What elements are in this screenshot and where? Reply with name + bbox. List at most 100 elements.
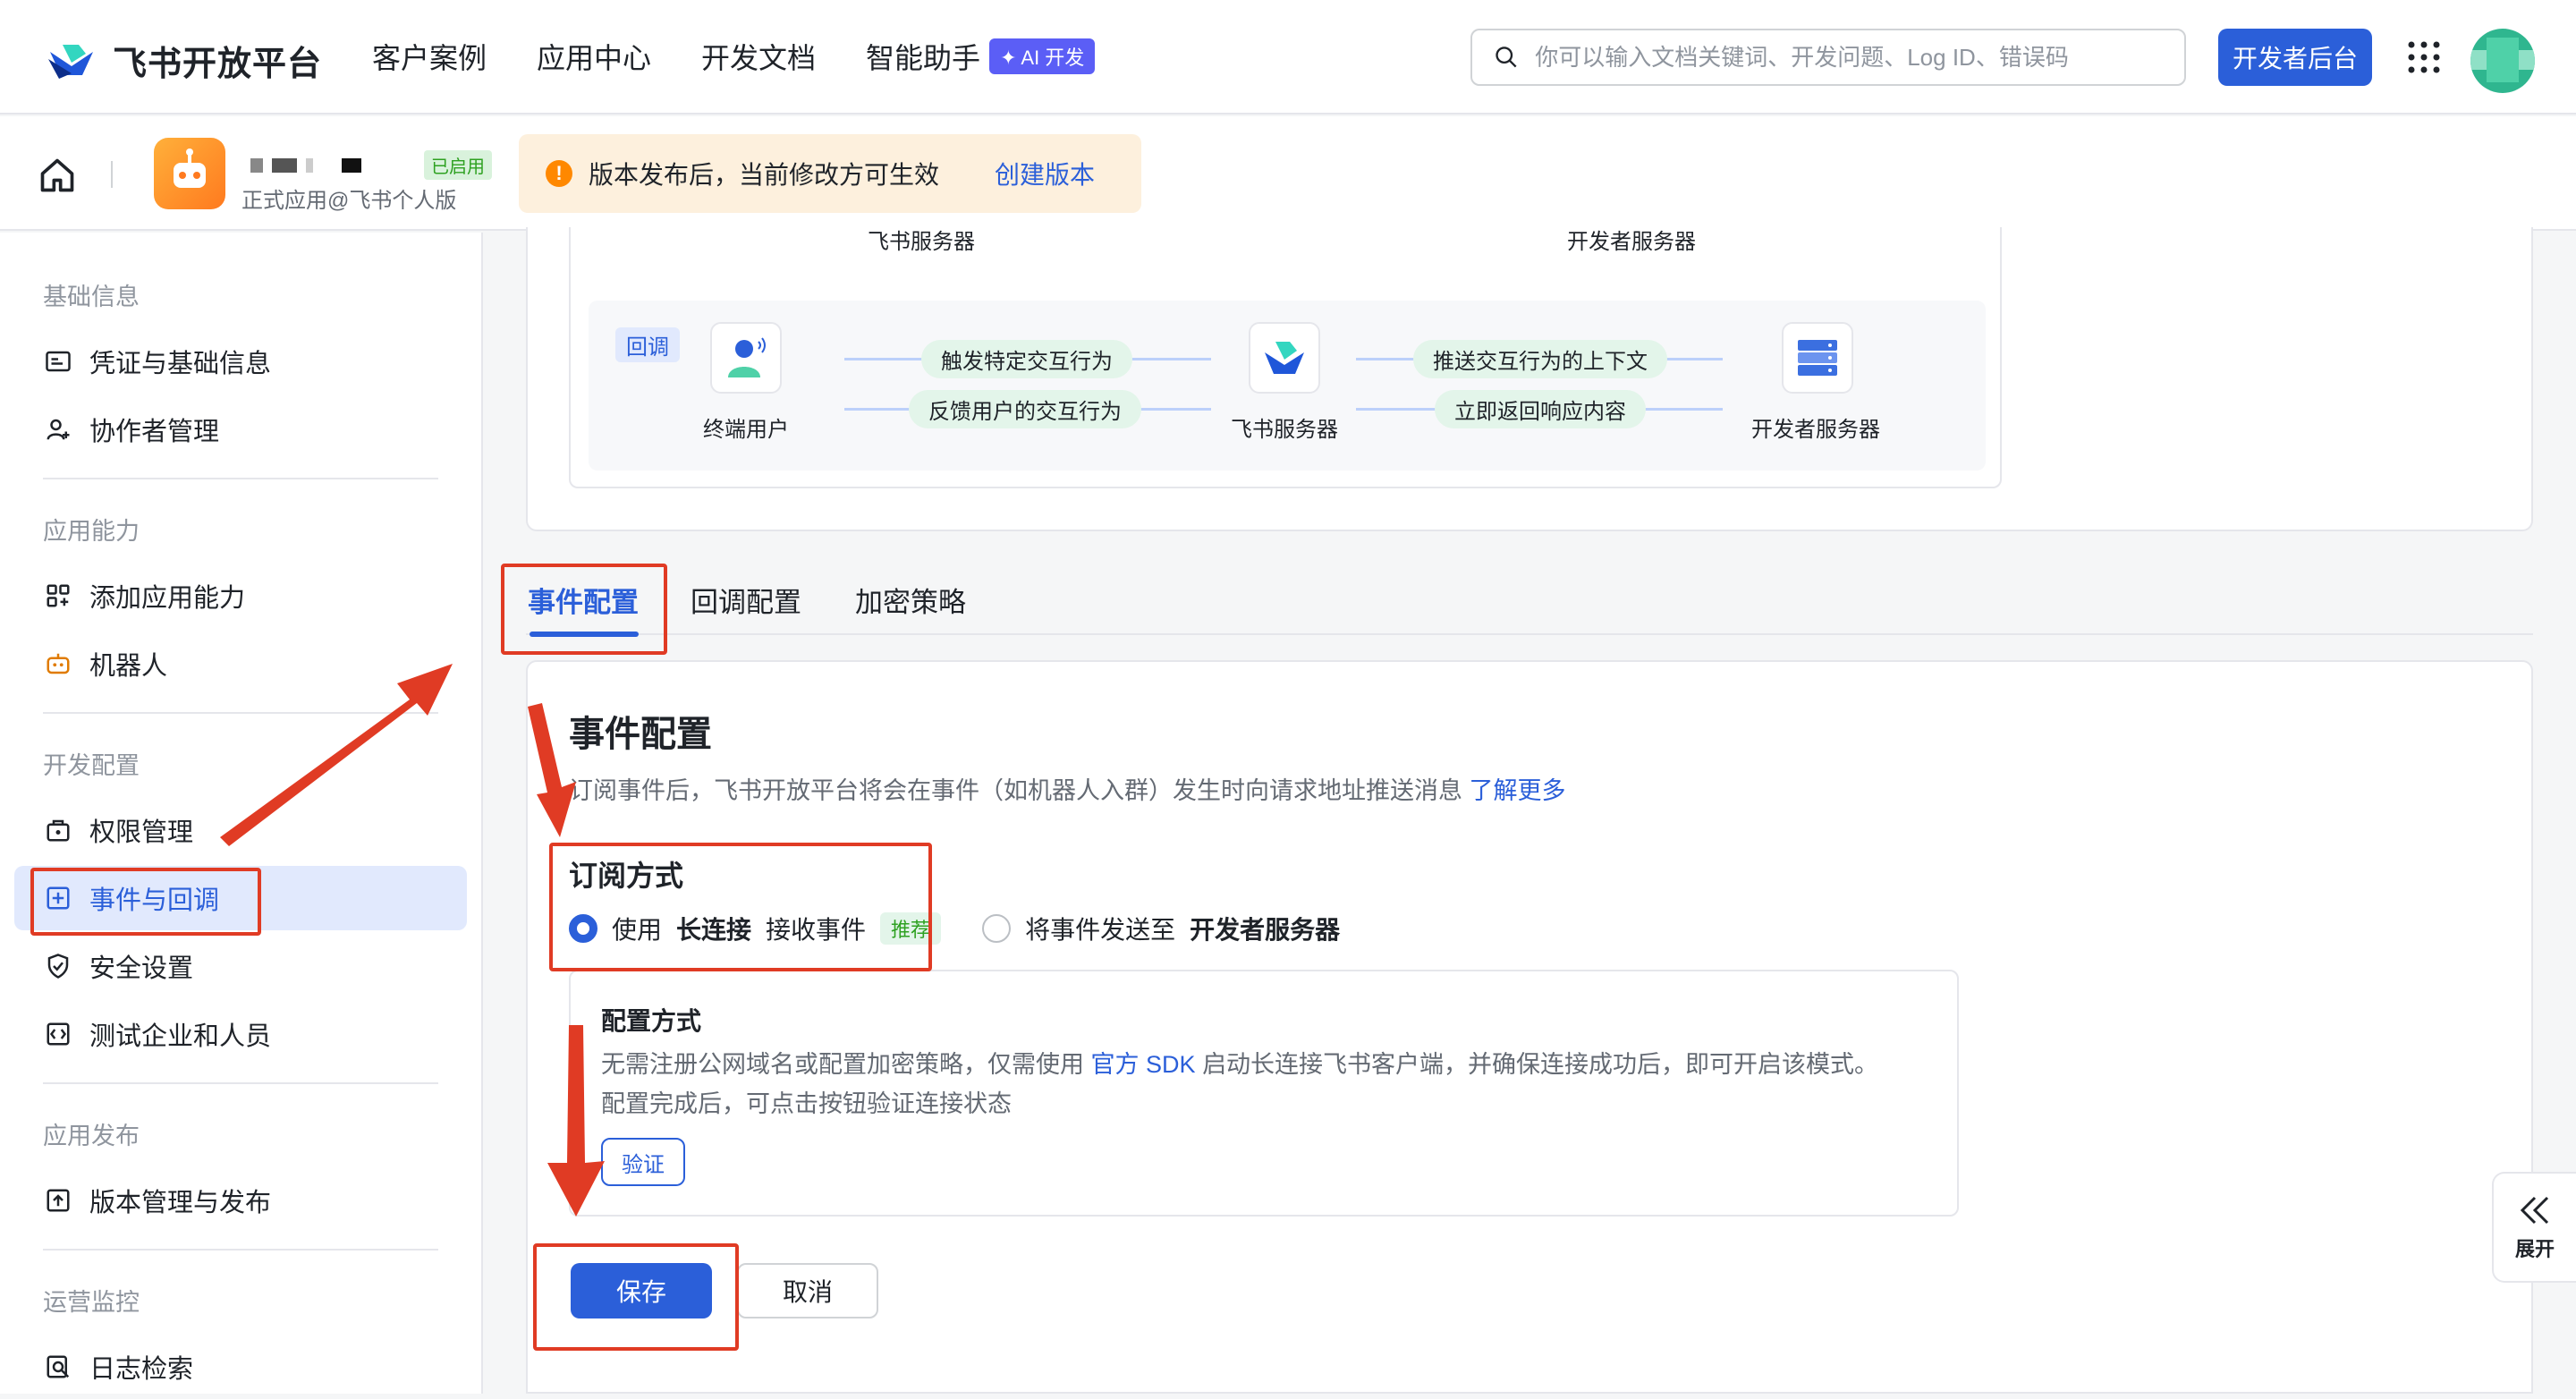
flow-pill-trigger: 触发特定交互行为 — [921, 340, 1132, 378]
sidebar-item-security[interactable]: 安全设置 — [14, 934, 467, 998]
sidebar-item-label: 添加应用能力 — [89, 584, 246, 613]
app-header: 已启用 正式应用@飞书个人版 ! 版本发布后，当前修改方可生效 创建版本 — [0, 116, 2576, 231]
search-icon — [1496, 47, 1517, 68]
sidebar-item-collaborators[interactable]: 协作者管理 — [14, 397, 467, 462]
active-tab-underline — [530, 632, 639, 637]
upload-box-icon — [43, 1185, 73, 1216]
server-icon — [1798, 340, 1837, 376]
sidebar-item-add-capability[interactable]: 添加应用能力 — [14, 564, 467, 628]
dev-console-button[interactable]: 开发者后台 — [2218, 29, 2372, 86]
sidebar-divider — [43, 1082, 438, 1084]
app-name-redacted: 已启用 — [250, 150, 492, 180]
sidebar-divider — [43, 712, 438, 714]
sidebar-item-version-release[interactable]: 版本管理与发布 — [14, 1168, 467, 1233]
tab-callback-config[interactable]: 回调配置 — [691, 580, 801, 620]
status-badge: 已启用 — [424, 150, 492, 180]
apps-add-icon — [43, 581, 73, 611]
sidebar-item-events-callbacks[interactable]: 事件与回调 — [14, 866, 467, 930]
robot-icon — [43, 649, 73, 679]
diagram-top-label-dev: 开发者服务器 — [1567, 230, 1696, 254]
section-description: 订阅事件后，飞书开放平台将会在事件（如机器人入群）发生时向请求地址推送消息 了解… — [569, 777, 1566, 804]
node-label-dev-server: 开发者服务器 — [1751, 418, 1880, 442]
sidebar-divider — [43, 1249, 438, 1251]
apps-grid-icon[interactable] — [2406, 39, 2442, 75]
id-card-icon — [43, 346, 73, 377]
subscribe-method-title: 订阅方式 — [569, 860, 684, 892]
nav-smart-assistant-label: 智能助手 — [866, 42, 981, 74]
section-title: 事件配置 — [569, 715, 712, 754]
brand-logo[interactable]: 飞书开放平台 — [47, 36, 322, 85]
sidebar-group-release: 应用发布 — [43, 1123, 140, 1149]
sidebar-group-monitoring: 运营监控 — [43, 1289, 140, 1316]
sidebar-item-permissions[interactable]: 权限管理 — [14, 798, 467, 862]
brand-name: 飞书开放平台 — [113, 46, 323, 83]
config-method-description: 无需注册公网域名或配置加密策略，仅需使用 官方 SDK 启动长连接飞书客户端，并… — [601, 1051, 1879, 1117]
sidebar-item-label: 机器人 — [89, 652, 168, 681]
expand-label: 展开 — [2514, 1238, 2555, 1260]
publish-notice: ! 版本发布后，当前修改方可生效 创建版本 — [519, 134, 1141, 213]
verify-button[interactable]: 验证 — [601, 1138, 685, 1186]
nav-dev-docs[interactable]: 开发文档 — [701, 36, 816, 77]
end-user-icon — [728, 337, 766, 377]
flow-pill-feedback: 反馈用户的交互行为 — [909, 390, 1141, 428]
feishu-logo-icon — [48, 44, 93, 79]
end-user-node — [710, 322, 782, 394]
nav-smart-assistant[interactable]: 智能助手 ✦ AI 开发 — [866, 36, 1096, 77]
home-icon[interactable] — [38, 156, 77, 195]
sidebar-group-dev-config: 开发配置 — [43, 752, 140, 779]
sidebar-group-basic: 基础信息 — [43, 284, 140, 310]
create-version-link[interactable]: 创建版本 — [995, 156, 1095, 191]
official-sdk-link[interactable]: 官方 SDK — [1091, 1051, 1196, 1078]
nav-customer-cases[interactable]: 客户案例 — [372, 36, 487, 77]
event-icon — [43, 883, 73, 913]
sidebar-item-robot[interactable]: 机器人 — [14, 632, 467, 696]
flow-pill-push-context: 推送交互行为的上下文 — [1413, 340, 1667, 378]
search-box[interactable] — [1470, 29, 2186, 86]
double-chevron-left-icon — [2520, 1196, 2549, 1225]
lock-box-icon — [43, 815, 73, 845]
notice-text: 版本发布后，当前修改方可生效 — [589, 161, 940, 189]
learn-more-link[interactable]: 了解更多 — [1470, 777, 1566, 804]
sidebar: 基础信息 凭证与基础信息 协作者管理 应用能力 添加应用能力 机器人 开发配置 … — [0, 233, 483, 1394]
config-tabs: 事件配置 回调配置 加密策略 — [526, 560, 2533, 635]
main-nav: 客户案例 应用中心 开发文档 智能助手 ✦ AI 开发 — [372, 36, 1096, 77]
dev-server-node — [1782, 322, 1853, 394]
sidebar-item-label: 日志检索 — [89, 1355, 194, 1384]
node-label-end-user: 终端用户 — [703, 418, 789, 442]
sidebar-item-test-enterprise[interactable]: 测试企业和人员 — [14, 1002, 467, 1066]
flow-pill-return-response: 立即返回响应内容 — [1435, 390, 1646, 428]
sidebar-item-credentials[interactable]: 凭证与基础信息 — [14, 329, 467, 394]
tab-encryption-strategy[interactable]: 加密策略 — [855, 580, 966, 620]
radio-dev-server[interactable] — [982, 914, 1012, 943]
sidebar-item-label: 版本管理与发布 — [89, 1189, 272, 1217]
code-box-icon — [43, 1019, 73, 1049]
tab-event-config[interactable]: 事件配置 — [526, 580, 639, 620]
sidebar-divider — [43, 478, 438, 479]
sidebar-item-label: 凭证与基础信息 — [89, 350, 272, 378]
cancel-button[interactable]: 取消 — [737, 1263, 878, 1318]
app-subtitle: 正式应用@飞书个人版 — [242, 189, 457, 213]
option-long-connection[interactable]: 使用 长连接 接收事件 推荐 — [569, 911, 942, 946]
nav-app-center[interactable]: 应用中心 — [537, 36, 651, 77]
feishu-server-node — [1249, 322, 1320, 394]
warning-icon: ! — [546, 160, 572, 187]
option-dev-server[interactable]: 将事件发送至 开发者服务器 — [982, 911, 1340, 946]
save-button[interactable]: 保存 — [571, 1263, 712, 1318]
sidebar-group-capabilities: 应用能力 — [43, 518, 140, 545]
diagram-top-label-feishu: 飞书服务器 — [868, 230, 975, 254]
expand-panel-button[interactable]: 展开 — [2492, 1172, 2576, 1283]
log-search-icon — [43, 1352, 73, 1382]
sidebar-item-label: 安全设置 — [89, 954, 194, 983]
user-avatar[interactable] — [2470, 29, 2535, 93]
app-robot-avatar[interactable] — [154, 138, 225, 209]
node-label-feishu-server: 飞书服务器 — [1231, 418, 1338, 442]
top-navbar: 飞书开放平台 客户案例 应用中心 开发文档 智能助手 ✦ AI 开发 开发者后台 — [0, 0, 2576, 114]
feishu-logo-icon — [1265, 342, 1304, 374]
shield-icon — [43, 951, 73, 981]
user-add-icon — [43, 414, 73, 445]
sidebar-item-log-search[interactable]: 日志检索 — [14, 1335, 467, 1399]
sidebar-item-label: 协作者管理 — [89, 418, 220, 446]
radio-long-connection[interactable] — [569, 914, 597, 943]
search-input[interactable] — [1533, 42, 2163, 72]
sidebar-item-label: 权限管理 — [89, 818, 194, 847]
